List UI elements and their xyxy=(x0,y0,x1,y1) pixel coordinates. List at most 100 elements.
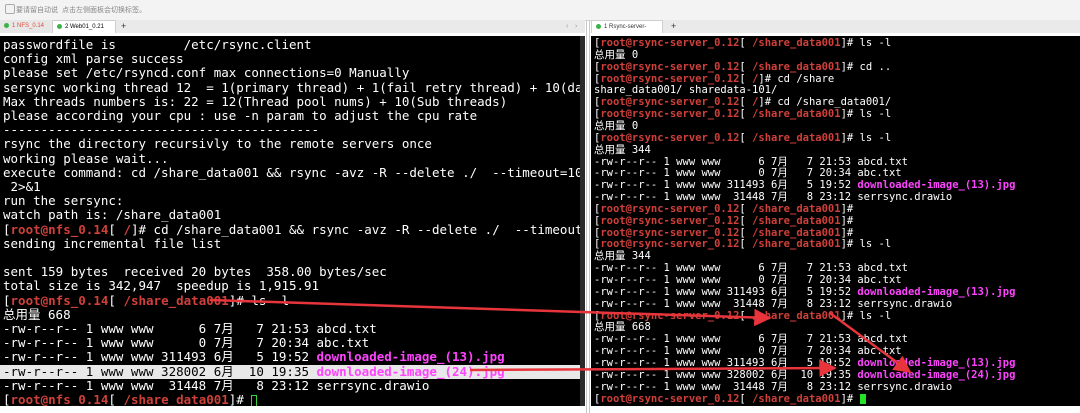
terminal-text: [ xyxy=(108,221,124,237)
prompt-path: /share_data001 xyxy=(752,131,841,144)
terminal-text: [ xyxy=(3,392,11,406)
terminal-text: [ xyxy=(739,72,753,85)
terminal-text: -rw-r--r-- 1 www www 6 7月 7 21:53 abcd.t… xyxy=(3,321,377,336)
terminal-text: config xml parse success xyxy=(3,51,184,67)
terminal-text: ]# ls -l xyxy=(228,292,290,308)
terminal-line: -rw-r--r-- 1 www www 328002 6月 10 19:35 … xyxy=(0,363,580,379)
terminal-text: [ xyxy=(739,96,753,109)
terminal-text: [ xyxy=(739,238,753,251)
terminal-text: [ xyxy=(739,60,753,73)
terminal-line: passwordfile is /etc/rsync.client xyxy=(3,37,312,52)
terminal-text: -rw-r--r-- 1 www www 0 7月 7 20:34 abc.tx… xyxy=(594,167,902,180)
terminal-text: [ xyxy=(739,37,753,49)
terminal-line: sersync working thread 12 = 1(primary th… xyxy=(3,79,580,95)
terminal-text: Max threads numbers is: 22 = 12(Thread p… xyxy=(3,93,508,109)
terminal-text: [ xyxy=(739,226,753,239)
prompt-path: /share_data001 xyxy=(752,202,841,215)
terminal-line: 2>&1 xyxy=(3,179,41,194)
prompt-path: /share_data001 xyxy=(752,392,841,405)
prompt-path: /share_data001 xyxy=(752,238,841,251)
terminal-left-scrollbar[interactable] xyxy=(580,36,585,406)
terminal-text: -rw-r--r-- 1 www www 328002 6月 10 19:35 xyxy=(3,363,317,379)
cursor-icon xyxy=(251,394,258,406)
terminal-text: sent 159 bytes received 20 bytes 358.00 … xyxy=(3,264,387,280)
prompt-user-host: root@rsync-server_0.12 xyxy=(600,60,740,73)
pane-divider[interactable] xyxy=(586,20,587,413)
terminal-text: 总用量 0 xyxy=(594,48,639,61)
tab-next-icon[interactable]: › xyxy=(575,20,577,33)
terminal-text: ]# xyxy=(840,226,854,239)
terminal-text: working please wait... xyxy=(3,150,169,166)
terminal-text: 总用量 668 xyxy=(594,321,651,334)
prompt-user-host: root@rsync-server_0.12 xyxy=(600,131,740,144)
terminal-text: [ xyxy=(739,202,753,215)
terminal-line: 总用量 668 xyxy=(3,306,71,322)
terminal-text: run the sersync: xyxy=(3,193,124,209)
tab-nfs[interactable]: 1 NFS_0.14 xyxy=(0,20,50,33)
prompt-path: /share_data001 xyxy=(752,37,841,49)
terminal-text: 总用量 668 xyxy=(3,306,71,322)
terminal-text: 总用量 344 xyxy=(594,143,651,156)
image-filename: downloaded-image_(24).jpg xyxy=(857,368,1016,381)
app-window: 要请留自动说 点击左侧面板会切换标签。 1 NFS_0.14 2 Web01_0… xyxy=(0,0,1080,413)
terminal-text: rsync the directory recursivly to the re… xyxy=(3,136,432,152)
prompt-path: /share_data001 xyxy=(123,392,229,406)
terminal-text: [ xyxy=(739,309,753,322)
tab-web01[interactable]: 2 Web01_0.21 xyxy=(52,20,116,33)
terminal-line: -rw-r--r-- 1 www www 311493 6月 5 19:52 d… xyxy=(3,350,505,364)
terminal-text: -rw-r--r-- 1 www www 6 7月 7 21:53 abcd.t… xyxy=(594,262,908,275)
terminal-text: -rw-r--r-- 1 www www 31448 7月 8 23:12 se… xyxy=(3,377,430,393)
terminal-text: sersync working thread 12 = 1(primary th… xyxy=(3,79,580,95)
new-tab-button[interactable]: + xyxy=(121,20,126,33)
terminal-text: watch path is: /share_data001 xyxy=(3,207,222,223)
image-filename: downloaded-image_(13).jpg xyxy=(857,179,1016,192)
terminal-text: [ xyxy=(3,221,11,237)
terminal-text: -rw-r--r-- 1 www www 31448 7月 8 23:12 se… xyxy=(594,380,953,393)
terminal-text: [ xyxy=(739,214,753,227)
terminal-text: execute command: cd /share_data001 && rs… xyxy=(3,164,580,180)
terminal-text: please according your cpu : use -n param… xyxy=(3,108,478,123)
terminal-text: -rw-r--r-- 1 www www 6 7月 7 21:53 abcd.t… xyxy=(594,333,908,346)
terminal-text: -rw-r--r-- 1 www www 311493 6月 5 19:52 xyxy=(594,356,858,369)
new-tab-button[interactable]: + xyxy=(671,20,676,33)
terminal-text: ]# cd /share_data001 && rsync -avz -R --… xyxy=(130,221,580,237)
tab-rsync-server[interactable]: 1 Rsync-server-0.12 xyxy=(591,20,663,43)
terminal-line: [root@nfs_0.14[ /share_data001]# ls -l xyxy=(3,292,290,308)
prompt-user-host: root@rsync-server_0.12 xyxy=(600,108,740,121)
terminal-right[interactable]: [root@rsync-server_0.12[ /share_data001]… xyxy=(591,36,1080,406)
cursor-icon xyxy=(859,393,866,404)
terminal-text: ]# ls -l xyxy=(840,37,892,49)
terminal-text: -rw-r--r-- 1 www www 311493 6月 5 19:52 xyxy=(594,285,858,298)
prompt-path: /share_data001 xyxy=(752,60,841,73)
terminal-text: ]# xyxy=(840,392,860,405)
terminal-text: [ xyxy=(739,392,753,405)
terminal-left[interactable]: passwordfile is /etc/rsync.client config … xyxy=(0,36,580,406)
tab-label: 1 NFS_0.14 xyxy=(12,23,45,29)
terminal-text: [ xyxy=(739,131,753,144)
prompt-user-host: root@rsync-server_0.12 xyxy=(600,226,740,239)
terminal-line: please according your cpu : use -n param… xyxy=(3,108,478,123)
prompt-path: /share_data001 xyxy=(752,214,841,227)
terminal-text: total size is 342,947 speedup is 1,915.9… xyxy=(3,278,320,294)
tab-prev-icon[interactable]: ‹ xyxy=(566,20,568,33)
terminal-text: share_data001/ sharedata-101/ xyxy=(594,84,778,97)
terminal-text: -rw-r--r-- 1 www www 6 7月 7 21:53 abcd.t… xyxy=(594,155,908,168)
terminal-text: ]# xyxy=(228,392,252,406)
prompt-path: /share_data001 xyxy=(752,226,841,239)
terminal-line: [root@rsync-server_0.12[ /share_data001]… xyxy=(594,108,891,121)
terminal-line: execute command: cd /share_data001 && rs… xyxy=(3,164,580,180)
terminal-line: [root@nfs_0.14[ /share_data001]# xyxy=(3,392,258,406)
prompt-user-host: root@rsync-server_0.12 xyxy=(600,392,740,405)
terminal-text: 2>&1 xyxy=(3,179,41,194)
terminal-line: please set /etc/rsyncd.conf max connecti… xyxy=(3,66,409,80)
image-filename: downloaded-image_(13).jpg xyxy=(316,349,505,365)
terminal-text: 总用量 0 xyxy=(594,119,639,132)
terminal-line: sending incremental file list xyxy=(3,235,222,251)
terminal-line: total size is 342,947 speedup is 1,915.9… xyxy=(3,279,319,293)
app-icon xyxy=(5,4,15,14)
terminal-text: sending incremental file list xyxy=(3,235,222,251)
tab-status-icon xyxy=(4,22,9,28)
prompt-user-host: root@rsync-server_0.12 xyxy=(600,202,740,215)
image-filename: downloaded-image_(13).jpg xyxy=(857,285,1016,298)
prompt-path: / xyxy=(123,221,131,237)
